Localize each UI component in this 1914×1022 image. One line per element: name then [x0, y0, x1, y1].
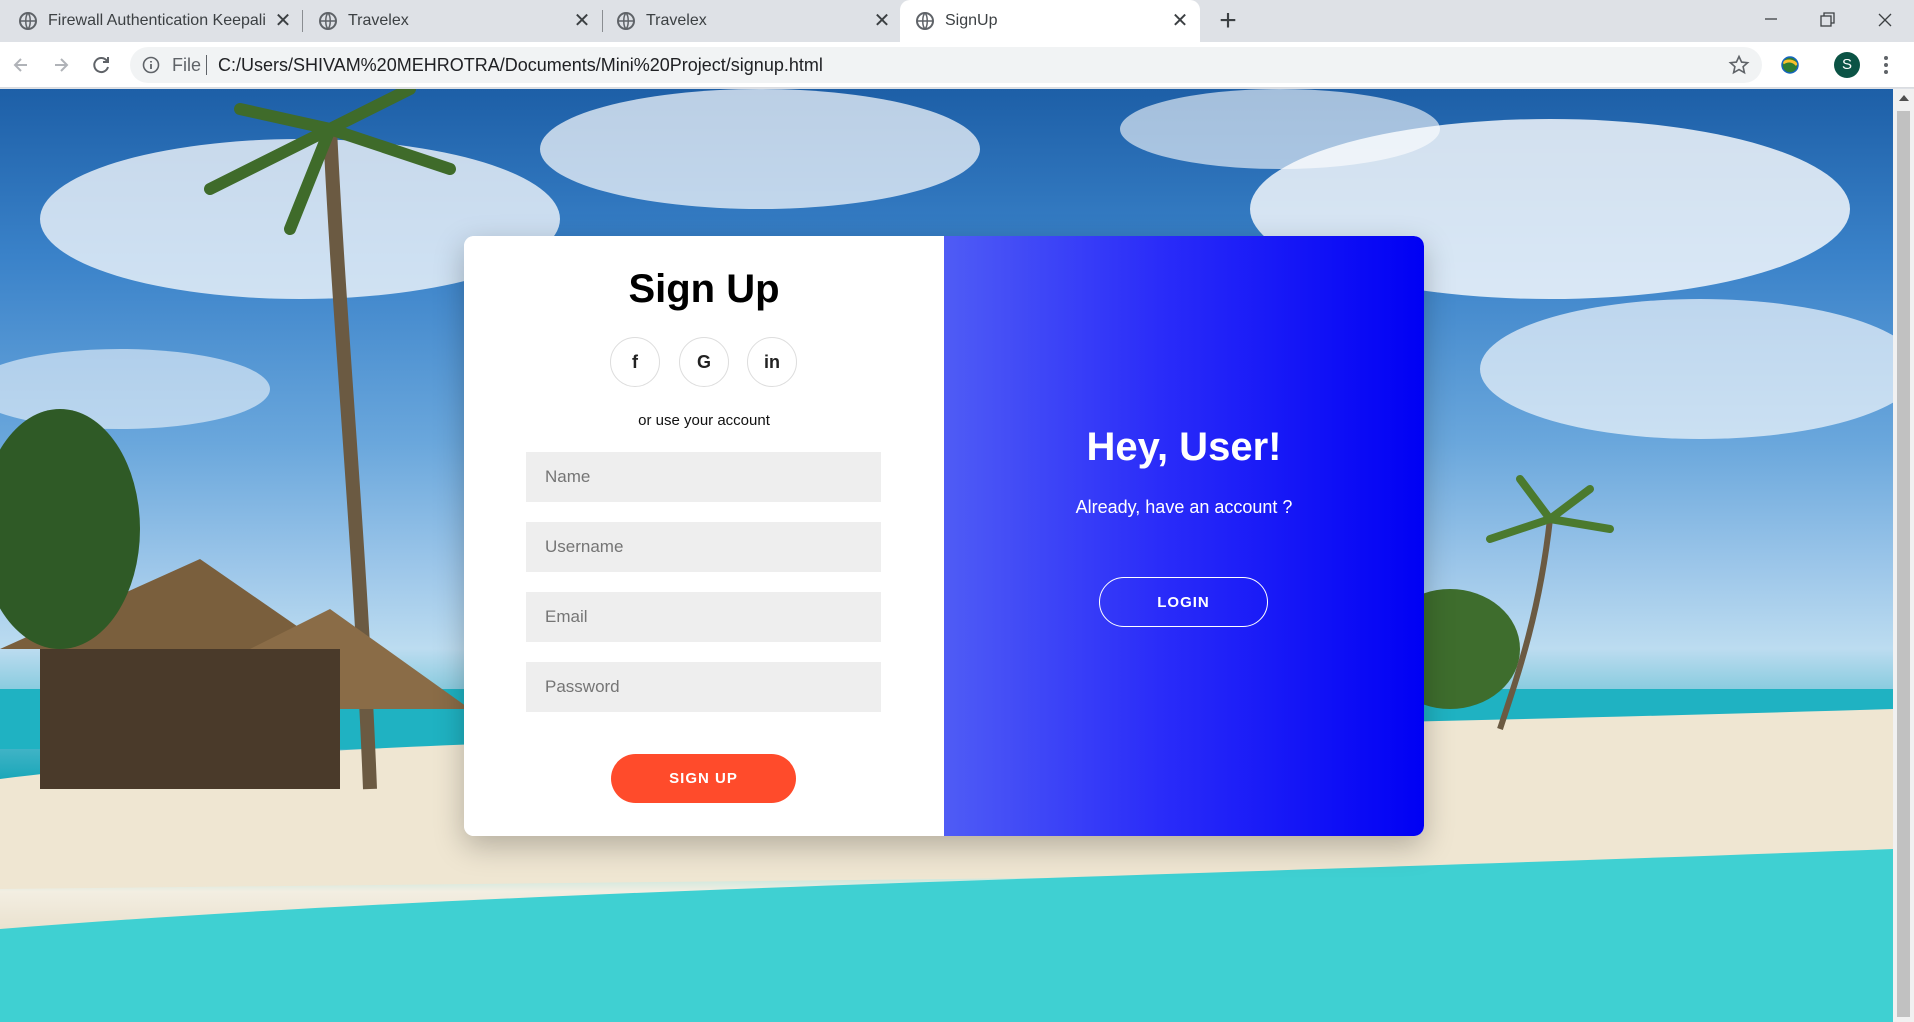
linkedin-button[interactable]: in: [747, 337, 797, 387]
signup-form-panel: Sign Up f G in or use your account SIGN …: [464, 236, 944, 836]
forward-icon[interactable]: [47, 51, 75, 79]
tab-firewall[interactable]: Firewall Authentication Keepalive ✕: [0, 0, 296, 42]
facebook-icon: f: [632, 351, 638, 372]
password-input[interactable]: [526, 662, 881, 712]
globe-icon: [617, 12, 635, 30]
close-tab-icon[interactable]: ✕: [871, 10, 893, 32]
welcome-heading: Hey, User!: [1086, 425, 1282, 469]
new-tab-button[interactable]: +: [1214, 6, 1242, 36]
tab-signup[interactable]: SignUp ✕: [900, 0, 1200, 42]
signup-title: Sign Up: [628, 267, 780, 311]
url-text[interactable]: C:/Users/SHIVAM%20MEHROTRA/Documents/Min…: [218, 56, 823, 74]
page-viewport: Sign Up f G in or use your account SIGN …: [0, 89, 1893, 1022]
scroll-up-arrow-icon[interactable]: [1899, 95, 1909, 101]
more-menu-icon[interactable]: [1878, 53, 1894, 77]
close-window-icon[interactable]: [1870, 5, 1900, 35]
tab-title: Firewall Authentication Keepalive: [48, 12, 266, 29]
profile-avatar[interactable]: S: [1834, 52, 1860, 78]
close-tab-icon[interactable]: ✕: [272, 10, 294, 32]
tab-travelex-1[interactable]: Travelex ✕: [300, 0, 596, 42]
tab-title: Travelex: [348, 12, 409, 29]
info-icon[interactable]: [142, 56, 160, 74]
close-tab-icon[interactable]: ✕: [1169, 10, 1191, 32]
vertical-scrollbar[interactable]: [1893, 89, 1914, 1022]
facebook-button[interactable]: f: [610, 337, 660, 387]
tab-strip: Firewall Authentication Keepalive ✕ Trav…: [0, 0, 1914, 42]
welcome-panel: Hey, User! Already, have an account ? LO…: [944, 236, 1424, 836]
google-icon: G: [696, 351, 711, 372]
name-input[interactable]: [526, 452, 881, 502]
scrollbar-thumb[interactable]: [1897, 111, 1910, 1017]
alt-account-text: or use your account: [638, 412, 770, 429]
linkedin-icon: in: [764, 351, 780, 372]
email-input[interactable]: [526, 592, 881, 642]
scheme-label: File: [172, 55, 202, 75]
close-tab-icon[interactable]: ✕: [571, 10, 593, 32]
restore-icon[interactable]: [1812, 5, 1842, 35]
globe-icon: [19, 12, 37, 30]
tab-travelex-2[interactable]: Travelex ✕: [598, 0, 896, 42]
login-button[interactable]: LOGIN: [1099, 577, 1268, 627]
bookmark-star-icon[interactable]: [1728, 54, 1750, 76]
signup-card: Sign Up f G in or use your account SIGN …: [464, 236, 1424, 836]
tab-title: SignUp: [945, 12, 998, 29]
scheme-divider: [206, 55, 207, 75]
minimize-icon[interactable]: [1756, 5, 1786, 35]
globe-icon: [319, 12, 337, 30]
globe-icon: [916, 12, 934, 30]
back-icon[interactable]: [7, 51, 35, 79]
browser-toolbar: File C:/Users/SHIVAM%20MEHROTRA/Document…: [0, 42, 1914, 88]
signup-button[interactable]: SIGN UP: [611, 754, 796, 803]
extension-icon[interactable]: [1778, 53, 1802, 77]
welcome-subtext: Already, have an account ?: [1075, 497, 1293, 517]
address-bar[interactable]: File C:/Users/SHIVAM%20MEHROTRA/Document…: [130, 47, 1762, 83]
username-input[interactable]: [526, 522, 881, 572]
reload-icon[interactable]: [87, 51, 115, 79]
google-button[interactable]: G: [679, 337, 729, 387]
tab-title: Travelex: [646, 12, 707, 29]
